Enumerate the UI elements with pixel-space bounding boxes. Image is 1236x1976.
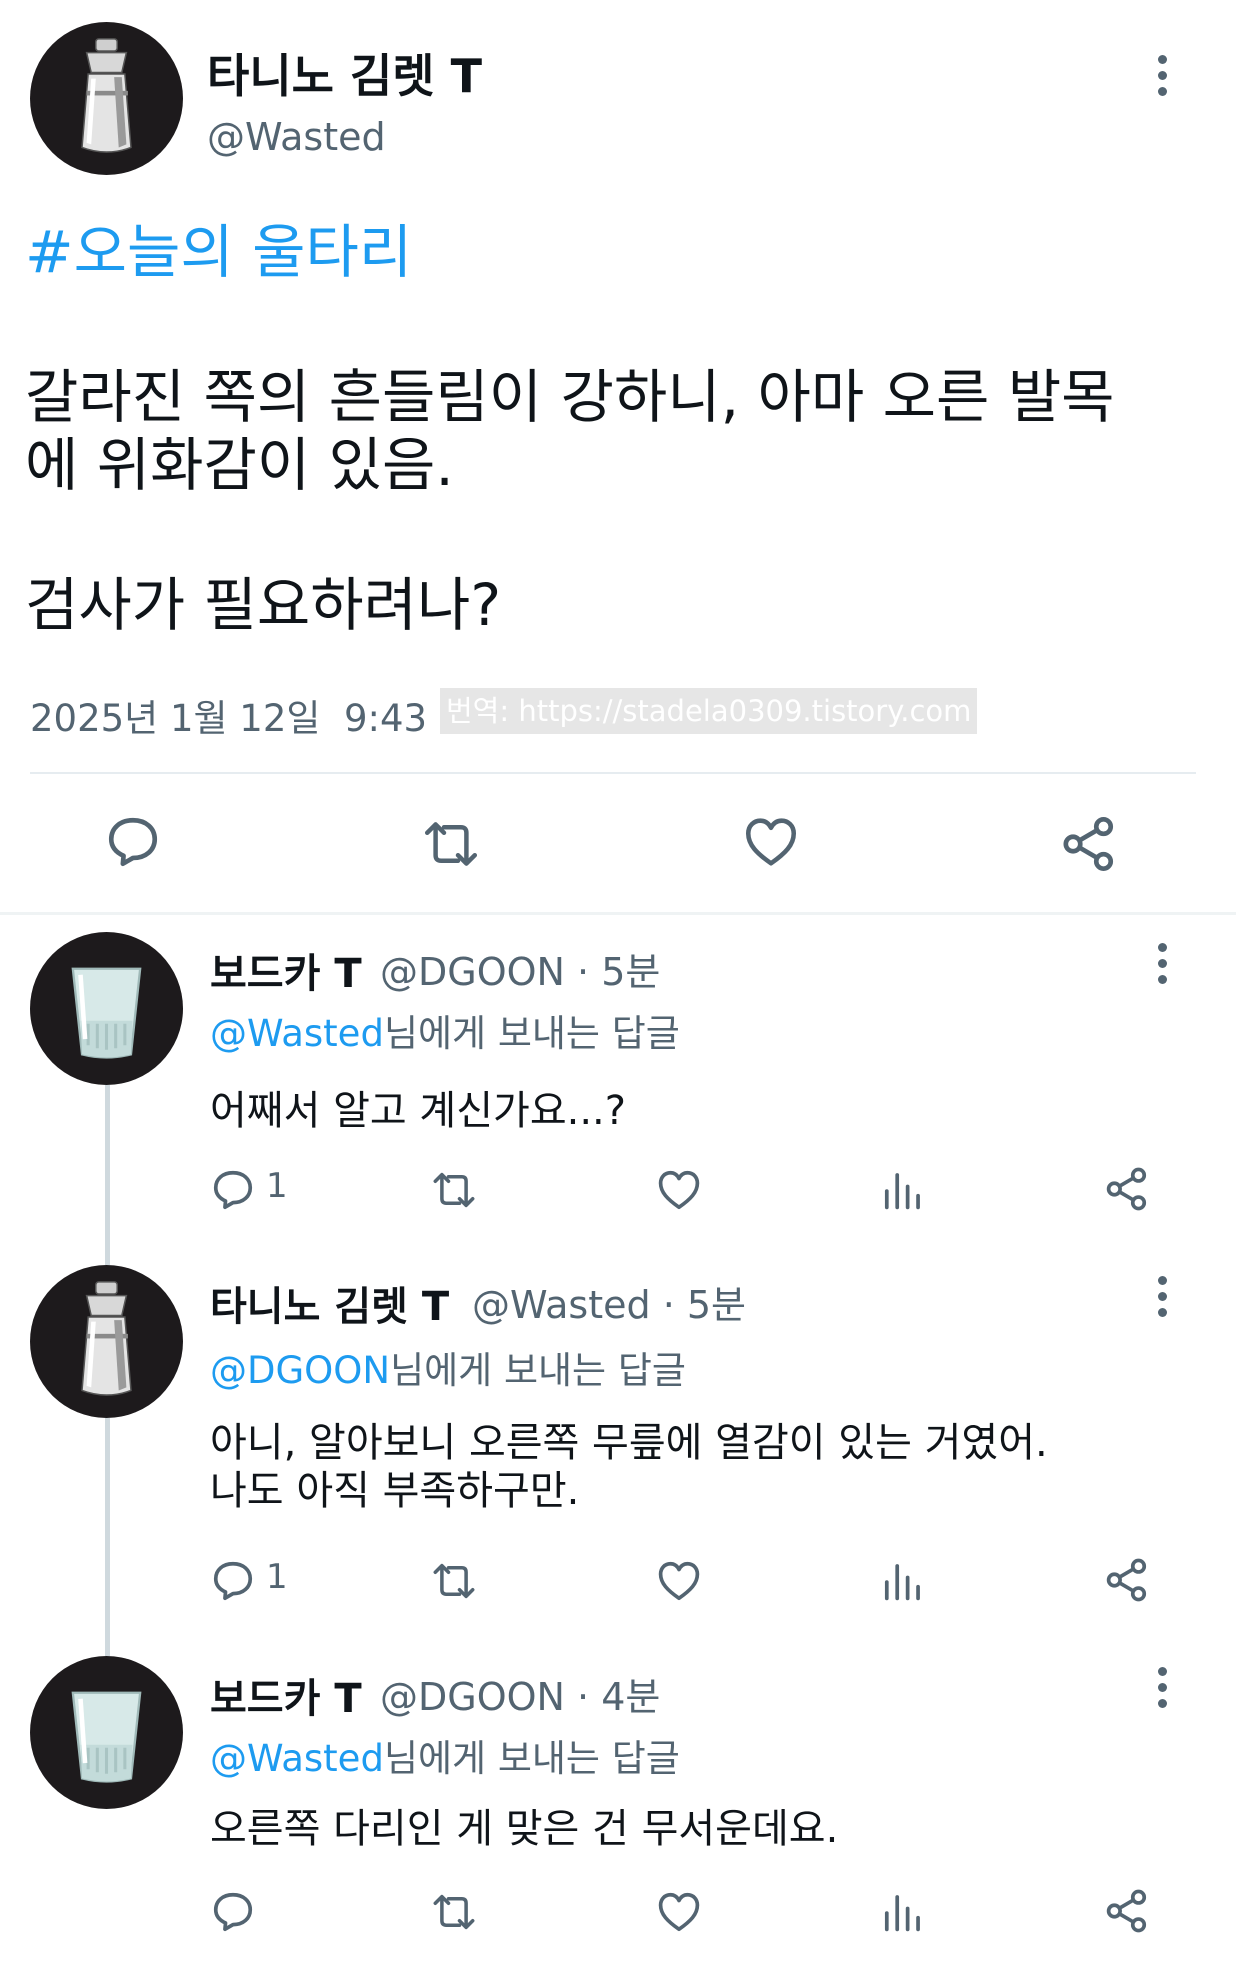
watermark-text: 번역: https://stadela0309.tistory.com bbox=[440, 688, 978, 734]
replying-to: @Wasted님에게 보내는 답글 bbox=[210, 1737, 680, 1780]
reply-to-handle-link[interactable]: @Wasted bbox=[210, 1737, 384, 1780]
reply-text: 오른쪽 다리인 게 맞은 건 무서운데요. bbox=[210, 1806, 839, 1852]
reply-bubble-icon[interactable] bbox=[210, 1558, 256, 1604]
replying-to: @DGOON님에게 보내는 답글 bbox=[210, 1349, 686, 1392]
reply-bubble-icon[interactable] bbox=[210, 1167, 256, 1213]
more-vertical-icon[interactable] bbox=[1152, 1276, 1172, 1320]
reply-display-name[interactable]: 보드카 T bbox=[210, 1666, 362, 1724]
author-display-name[interactable]: 타니노 김렛 T bbox=[207, 40, 482, 106]
heart-icon[interactable] bbox=[656, 1168, 702, 1212]
more-vertical-icon[interactable] bbox=[1152, 943, 1172, 987]
reply-count: 1 bbox=[266, 1557, 288, 1597]
reply-count: 1 bbox=[266, 1166, 288, 1206]
more-vertical-icon[interactable] bbox=[1152, 55, 1172, 99]
heart-icon[interactable] bbox=[742, 815, 800, 869]
share-icon[interactable] bbox=[1104, 1166, 1150, 1212]
reply-text: 어째서 알고 계신가요...? bbox=[210, 1088, 627, 1134]
reply-handle-time[interactable]: @Wasted · 5분 bbox=[472, 1274, 746, 1329]
reply-display-name[interactable]: 타니노 김렛 T bbox=[210, 1274, 449, 1332]
analytics-bars-icon[interactable] bbox=[882, 1559, 924, 1603]
section-divider bbox=[0, 912, 1236, 915]
reply-text-line-2: 나도 아직 부족하구만. bbox=[210, 1468, 580, 1514]
author-handle[interactable]: @Wasted bbox=[207, 115, 386, 159]
share-icon[interactable] bbox=[1104, 1557, 1150, 1603]
share-icon[interactable] bbox=[1060, 815, 1118, 873]
retweet-icon[interactable] bbox=[428, 1559, 480, 1603]
analytics-bars-icon[interactable] bbox=[882, 1168, 924, 1212]
reply-bubble-icon[interactable] bbox=[210, 1889, 256, 1935]
divider bbox=[30, 772, 1196, 774]
thread-line bbox=[105, 1085, 110, 1265]
reply-to-handle-link[interactable]: @Wasted bbox=[210, 1012, 384, 1055]
avatar-glass[interactable] bbox=[30, 1656, 183, 1809]
thread-line bbox=[105, 1418, 110, 1656]
replying-to: @Wasted님에게 보내는 답글 bbox=[210, 1012, 680, 1055]
glass-icon bbox=[71, 967, 142, 1059]
more-vertical-icon[interactable] bbox=[1152, 1667, 1172, 1711]
reply-handle-time[interactable]: @DGOON · 4분 bbox=[380, 1666, 660, 1721]
retweet-icon[interactable] bbox=[428, 1168, 480, 1212]
cocktail-shaker-icon bbox=[81, 38, 132, 153]
avatar-shaker[interactable] bbox=[30, 1265, 183, 1418]
heart-icon[interactable] bbox=[656, 1559, 702, 1603]
retweet-icon[interactable] bbox=[418, 816, 484, 872]
reply-handle-time[interactable]: @DGOON · 5분 bbox=[380, 941, 660, 996]
retweet-icon[interactable] bbox=[428, 1890, 480, 1934]
avatar-shaker[interactable] bbox=[30, 22, 183, 175]
tweet-body-line-3: 검사가 필요하려나? bbox=[25, 571, 502, 639]
avatar-glass[interactable] bbox=[30, 932, 183, 1085]
tweet-timestamp[interactable]: 2025년 1월 12일 9:43 bbox=[30, 688, 427, 742]
tweet-body-line-2: 에 위화감이 있음. bbox=[25, 431, 454, 499]
heart-icon[interactable] bbox=[656, 1890, 702, 1934]
hashtag-link[interactable]: #오늘의 울타리 bbox=[25, 205, 412, 289]
reply-display-name[interactable]: 보드카 T bbox=[210, 941, 362, 999]
cocktail-shaker-icon bbox=[81, 1281, 132, 1396]
reply-bubble-icon[interactable] bbox=[104, 813, 162, 871]
reply-to-handle-link[interactable]: @DGOON bbox=[210, 1349, 390, 1392]
share-icon[interactable] bbox=[1104, 1888, 1150, 1934]
analytics-bars-icon[interactable] bbox=[882, 1890, 924, 1934]
glass-icon bbox=[71, 1691, 142, 1783]
